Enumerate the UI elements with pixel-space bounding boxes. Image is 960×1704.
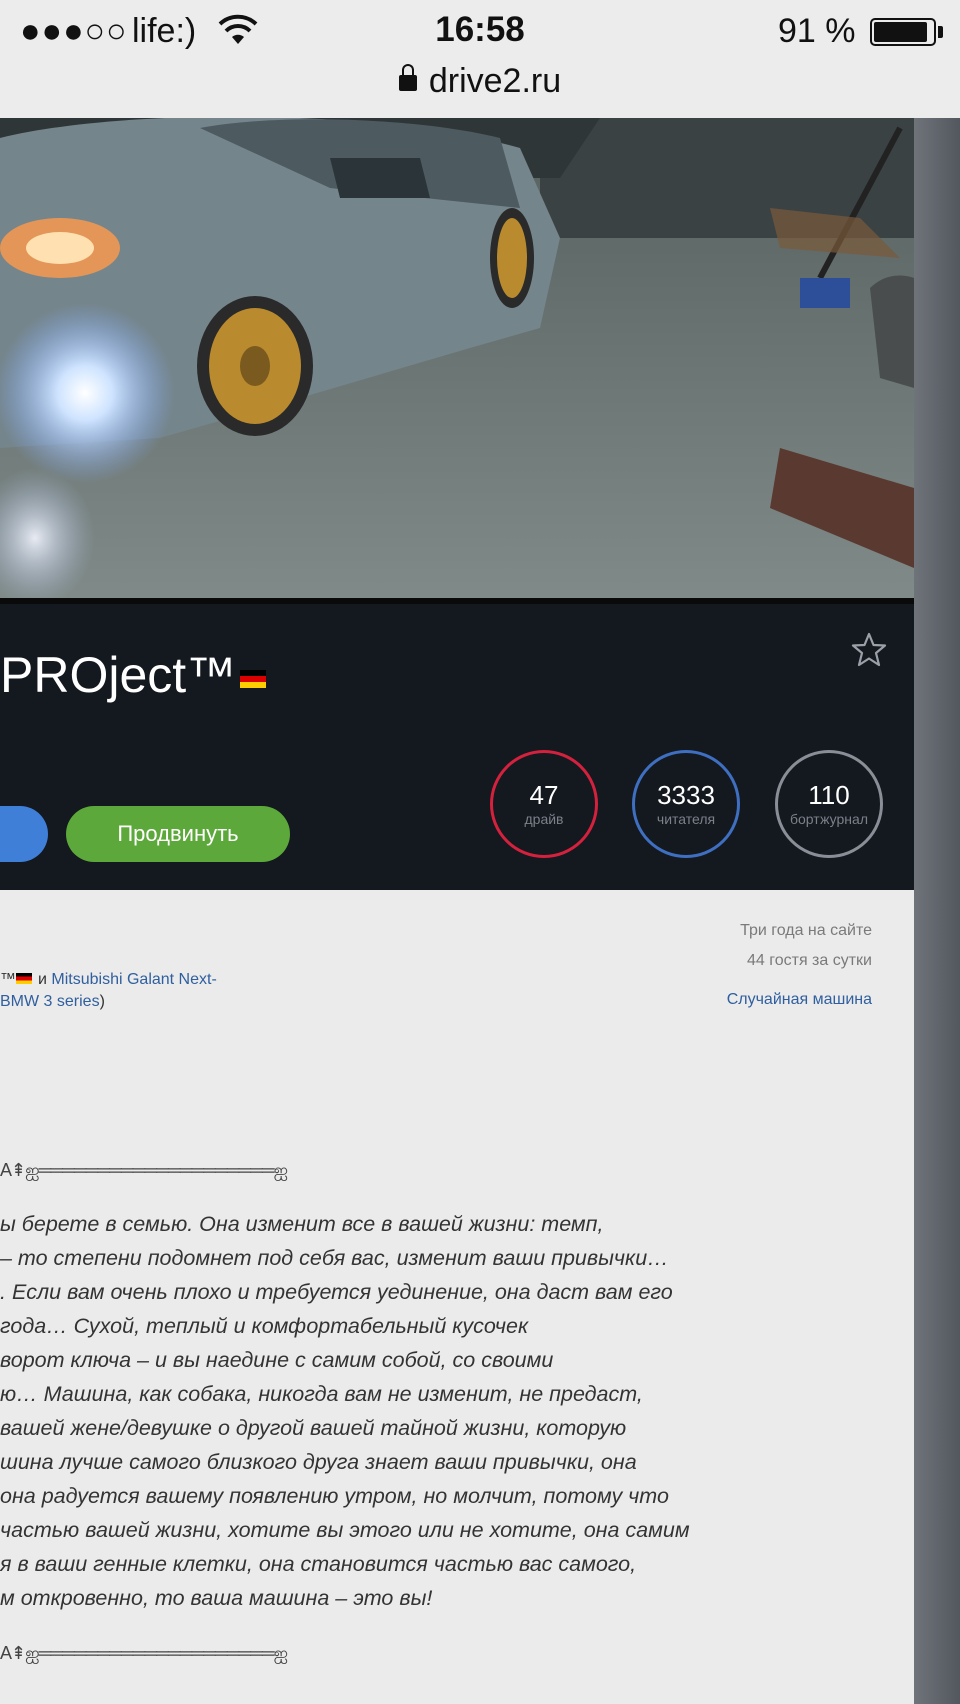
- cover-photo: [0, 118, 914, 598]
- address-bar[interactable]: drive2.ru: [0, 62, 960, 101]
- star-icon[interactable]: [850, 632, 888, 668]
- url-text: drive2.ru: [428, 62, 562, 100]
- profile-story: ы берете в семью. Она изменит все в ваше…: [0, 1212, 690, 1610]
- cars-list: ™ и Mitsubishi Galant Next- BMW 3 series): [0, 971, 217, 1010]
- subscribe-button[interactable]: [0, 806, 48, 862]
- german-flag-icon: [16, 973, 32, 984]
- separator-top: A⇞ஐ════════════════════ஐ: [0, 1160, 288, 1180]
- car-link-mitsubishi[interactable]: Mitsubishi Galant Next-: [51, 971, 216, 988]
- page-edge-shadow: [914, 118, 960, 1704]
- german-flag-icon: [240, 670, 267, 688]
- years-on-site: Три года на сайте: [740, 922, 872, 939]
- stat-logbook[interactable]: 110 бортжурнал: [775, 750, 883, 858]
- stat-drive[interactable]: 47 драйв: [490, 750, 598, 858]
- car-link-bmw[interactable]: BMW 3 series: [0, 993, 100, 1010]
- separator-bottom: A⇞ஐ════════════════════ஐ: [0, 1643, 288, 1663]
- stat-readers[interactable]: 3333 читателя: [632, 750, 740, 858]
- profile-header: PROject™ Продвинуть 47 драйв 3333 читате…: [0, 604, 914, 890]
- lock-icon: [398, 64, 417, 91]
- random-car-link[interactable]: Случайная машина: [727, 991, 872, 1009]
- battery-percent: 91 %: [778, 12, 856, 50]
- promote-button[interactable]: Продвинуть: [66, 806, 290, 862]
- page-title: PROject™: [0, 646, 267, 704]
- battery-icon: [870, 18, 936, 46]
- guests-count: 44 гостя за сутки: [746, 952, 872, 969]
- page-content: PROject™ Продвинуть 47 драйв 3333 читате…: [0, 118, 914, 1704]
- status-bar: ●●●○○ life:) 16:58 91 % drive2.ru: [0, 0, 960, 119]
